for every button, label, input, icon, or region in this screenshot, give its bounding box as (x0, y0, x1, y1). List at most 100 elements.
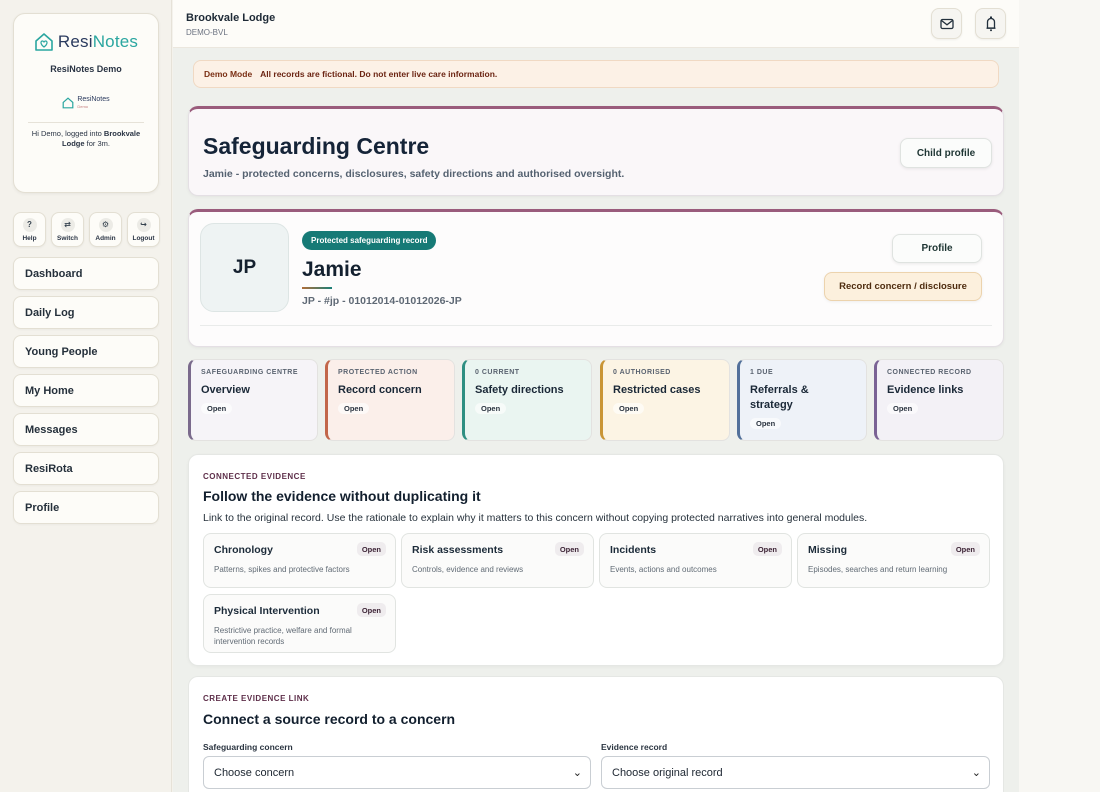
login-prefix: Hi Demo, logged into (31, 129, 104, 138)
evidence-desc: Patterns, spikes and protective factors (214, 565, 350, 574)
switch-label: Switch (57, 234, 78, 242)
house-mini-icon (62, 97, 74, 109)
switch-button[interactable]: ⇄ Switch (51, 212, 84, 247)
tile-record-concern[interactable]: PROTECTED ACTION Record concern Open (325, 359, 455, 441)
chevron-down-icon: ⌄ (971, 767, 981, 779)
sidebar-item-dashboard[interactable]: Dashboard (13, 257, 159, 290)
logout-button[interactable]: ↪ Logout (127, 212, 160, 247)
section-title: Connect a source record to a concern (203, 711, 456, 727)
child-name: Jamie (302, 258, 362, 281)
evidence-open-badge[interactable]: Open (950, 542, 980, 556)
evidence-physical-intervention[interactable]: Physical Intervention Restrictive practi… (203, 594, 396, 653)
admin-label: Admin (95, 234, 116, 242)
logout-label: Logout (132, 234, 155, 242)
section-title: Follow the evidence without duplicating … (203, 488, 481, 504)
evidence-desc: Events, actions and outcomes (610, 565, 717, 574)
messages-button[interactable] (931, 8, 962, 39)
action-tiles: SAFEGUARDING CENTRE Overview Open PROTEC… (188, 359, 1004, 441)
evidence-missing[interactable]: Missing Episodes, searches and return le… (797, 533, 990, 588)
child-profile-button[interactable]: Child profile (900, 138, 992, 168)
topbar: Brookvale Lodge DEMO-BVL (173, 0, 1019, 48)
tile-open-link[interactable]: Open (750, 418, 782, 429)
mini-logo-sub: Demo (77, 104, 89, 109)
tile-title: Record concern (338, 384, 422, 396)
record-select-value: Choose original record (612, 766, 723, 779)
sidebar-item-messages[interactable]: Messages (13, 413, 159, 446)
evidence-record-select[interactable]: Choose original record ⌄ (601, 756, 990, 789)
brand-logo[interactable]: ResiNotes (14, 32, 158, 52)
tile-kicker: 0 CURRENT (475, 369, 520, 376)
login-suffix: for 3m. (84, 139, 110, 148)
bell-icon (986, 16, 995, 31)
tile-referrals-strategy[interactable]: 1 DUE Referrals & strategy Open (737, 359, 867, 441)
tile-open-link[interactable]: Open (338, 403, 370, 414)
brand-name-part-b: Notes (92, 32, 139, 51)
evidence-desc: Episodes, searches and return learning (808, 565, 948, 574)
help-icon: ? (22, 217, 37, 232)
demo-message: All records are fictional. Do not enter … (260, 69, 498, 79)
tile-overview[interactable]: SAFEGUARDING CENTRE Overview Open (188, 359, 318, 441)
tile-restricted-cases[interactable]: 0 AUTHORISED Restricted cases Open (600, 359, 730, 441)
org-logo: ResiNotes Demo (14, 96, 158, 110)
tile-title: Referrals & strategy (750, 384, 809, 411)
help-button[interactable]: ? Help (13, 212, 46, 247)
evidence-open-badge[interactable]: Open (554, 542, 584, 556)
help-label: Help (22, 234, 37, 242)
child-identifier: JP - #jp - 01012014-01012026-JP (302, 295, 462, 307)
sidebar-item-my-home[interactable]: My Home (13, 374, 159, 407)
section-description: Link to the original record. Use the rat… (203, 512, 868, 524)
record-label: Evidence record (601, 742, 668, 752)
tile-safety-directions[interactable]: 0 CURRENT Safety directions Open (462, 359, 592, 441)
avatar: JP (200, 223, 289, 312)
tile-open-link[interactable]: Open (887, 403, 919, 414)
tile-kicker: 1 DUE (750, 369, 774, 376)
org-name: ResiNotes Demo (50, 64, 122, 74)
quick-actions: ? Help ⇄ Switch ⚙ Admin ↪ Logout (13, 212, 160, 247)
sidebar-item-young-people[interactable]: Young People (13, 335, 159, 368)
notifications-button[interactable] (975, 8, 1006, 39)
tile-open-link[interactable]: Open (201, 403, 233, 414)
page-subtitle: Jamie - protected concerns, disclosures,… (203, 168, 625, 180)
tile-title: Overview (201, 384, 250, 396)
tile-evidence-links[interactable]: CONNECTED RECORD Evidence links Open (874, 359, 1004, 441)
evidence-risk-assessments[interactable]: Risk assessments Controls, evidence and … (401, 533, 594, 588)
brand-card: ResiNotes ResiNotes Demo ResiNotes Demo H… (13, 13, 159, 193)
page-title: Safeguarding Centre (203, 133, 430, 159)
sidebar-item-daily-log[interactable]: Daily Log (13, 296, 159, 329)
concern-select[interactable]: Choose concern ⌄ (203, 756, 591, 789)
evidence-name: Incidents (610, 544, 657, 556)
evidence-chronology[interactable]: Chronology Patterns, spikes and protecti… (203, 533, 396, 588)
evidence-name: Chronology (214, 544, 273, 556)
evidence-open-badge[interactable]: Open (356, 603, 386, 617)
evidence-open-badge[interactable]: Open (752, 542, 782, 556)
tile-open-link[interactable]: Open (475, 403, 507, 414)
admin-button[interactable]: ⚙ Admin (89, 212, 122, 247)
sidebar-nav: Dashboard Daily Log Young People My Home… (13, 257, 159, 530)
evidence-name: Risk assessments (412, 544, 504, 556)
main-content: Demo Mode All records are fictional. Do … (173, 48, 1019, 792)
name-underline (302, 287, 332, 289)
sidebar: ResiNotes ResiNotes Demo ResiNotes Demo H… (0, 0, 172, 792)
divider (200, 325, 992, 326)
house-logo-icon (35, 33, 53, 51)
child-profile-card: JP Protected safeguarding record Jamie J… (188, 209, 1004, 347)
concern-select-value: Choose concern (214, 766, 295, 779)
sidebar-item-resirota[interactable]: ResiRota (13, 452, 159, 485)
hero-header: Safeguarding Centre Jamie - protected co… (188, 106, 1004, 196)
evidence-desc: Controls, evidence and reviews (412, 565, 524, 574)
gear-icon: ⚙ (98, 217, 113, 232)
profile-button[interactable]: Profile (892, 234, 982, 263)
tile-open-link[interactable]: Open (613, 403, 645, 414)
evidence-name: Missing (808, 544, 848, 556)
sidebar-item-profile[interactable]: Profile (13, 491, 159, 524)
tile-kicker: CONNECTED RECORD (887, 369, 972, 376)
tile-kicker: PROTECTED ACTION (338, 369, 418, 376)
evidence-open-badge[interactable]: Open (356, 542, 386, 556)
concern-label: Safeguarding concern (203, 742, 293, 752)
tile-title: Safety directions (475, 384, 564, 396)
evidence-incidents[interactable]: Incidents Events, actions and outcomes O… (599, 533, 792, 588)
record-concern-button[interactable]: Record concern / disclosure (824, 272, 982, 301)
mail-icon (939, 18, 954, 29)
home-name: Brookvale Lodge (186, 12, 276, 24)
protected-badge: Protected safeguarding record (302, 231, 437, 250)
